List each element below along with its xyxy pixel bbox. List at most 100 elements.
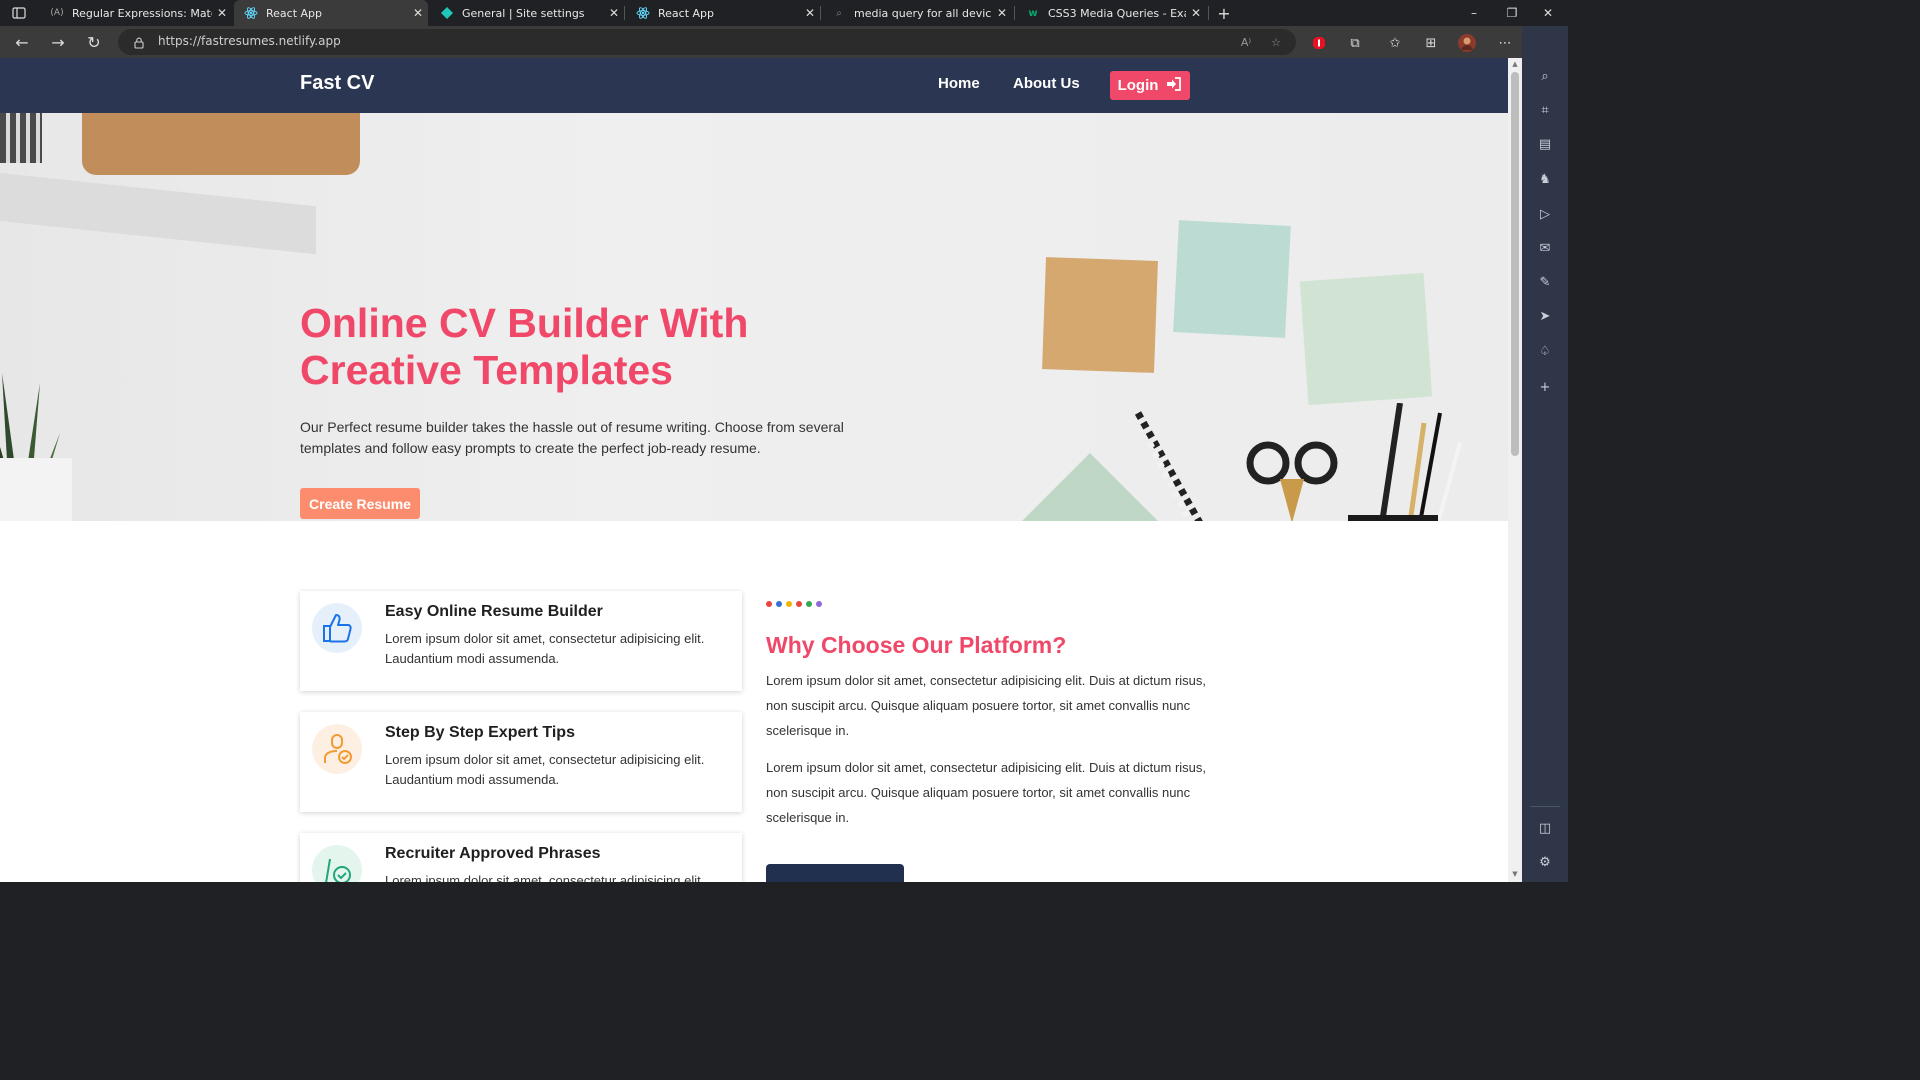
- browser-tab[interactable]: (A) Regular Expressions: Match Sing ✕: [40, 0, 232, 26]
- why-action-button[interactable]: [766, 864, 904, 882]
- toolbox-icon[interactable]: ▤: [1535, 134, 1555, 154]
- react-icon: [244, 6, 258, 20]
- hero-books-decoration: [0, 113, 42, 163]
- read-aloud-icon[interactable]: A⁾: [1238, 34, 1254, 50]
- sticky-note-blue: [1173, 220, 1291, 338]
- create-resume-button[interactable]: Create Resume: [300, 488, 420, 519]
- close-tab-icon[interactable]: ✕: [800, 6, 820, 20]
- color-dots-decoration: [766, 601, 822, 607]
- close-tab-icon[interactable]: ✕: [212, 6, 232, 20]
- page-scrollbar[interactable]: ▲ ▼: [1508, 58, 1522, 882]
- page-viewport: Fast CV Home About Us Login Online CV Bu…: [0, 58, 1508, 882]
- feature-title: Recruiter Approved Phrases: [385, 845, 601, 862]
- w3schools-icon: w: [1028, 7, 1038, 19]
- features-section: Easy Online Resume Builder Lorem ipsum d…: [0, 521, 1508, 882]
- play-icon[interactable]: ▷: [1535, 204, 1555, 224]
- color-dot: [796, 601, 802, 607]
- url-field[interactable]: https://fastresumes.netlify.app A⁾ ☆: [118, 29, 1296, 55]
- minimize-icon[interactable]: –: [1456, 0, 1492, 26]
- user-check-icon: [312, 724, 362, 774]
- scroll-down-icon[interactable]: ▼: [1511, 870, 1519, 878]
- color-dot: [786, 601, 792, 607]
- tab-divider: [1014, 6, 1015, 20]
- forward-icon[interactable]: →: [44, 30, 72, 54]
- tab-strip: (A) Regular Expressions: Match Sing ✕ Re…: [0, 0, 1568, 26]
- browser-tab[interactable]: React App ✕: [626, 0, 820, 26]
- browser-tab[interactable]: w CSS3 Media Queries - Examples ✕: [1016, 0, 1206, 26]
- netlify-icon: [440, 6, 454, 20]
- color-dot: [816, 601, 822, 607]
- scrollbar-thumb[interactable]: [1511, 72, 1519, 456]
- collections-icon[interactable]: ⊞: [1422, 34, 1440, 52]
- hero-description: Our Perfect resume builder takes the has…: [300, 419, 844, 456]
- extensions-icon[interactable]: ⧉: [1346, 34, 1364, 52]
- sign-in-icon: [1166, 76, 1182, 95]
- add-sidebar-icon[interactable]: +: [1535, 377, 1555, 397]
- login-label: Login: [1117, 77, 1159, 94]
- why-paragraph-1: Lorem ipsum dolor sit amet, consectetur …: [766, 673, 1207, 738]
- sticky-note-green: [1299, 272, 1433, 406]
- feature-text: Lorem ipsum dolor sit amet, consectetur …: [385, 752, 705, 787]
- tab-divider: [820, 6, 821, 20]
- search-icon: ⌕: [836, 7, 842, 19]
- feature-text: Lorem ipsum dolor sit amet, consectetur …: [385, 631, 705, 666]
- sidebar-divider: [1530, 806, 1560, 807]
- color-dot: [766, 601, 772, 607]
- hero-cork-decoration: [82, 113, 360, 175]
- edge-sidebar: ⌕ ⌗ ▤ ♞ ▷ ✉ ✎ ➤ ♤ + ◫ ⚙: [1522, 26, 1568, 882]
- tab-divider: [624, 6, 625, 20]
- browser-tab[interactable]: ⌕ media query for all devices - Sea ✕: [822, 0, 1012, 26]
- feature-card: Step By Step Expert Tips Lorem ipsum dol…: [300, 712, 742, 812]
- sticky-note-brown: [1042, 257, 1158, 373]
- back-icon[interactable]: ←: [8, 30, 36, 54]
- close-window-icon[interactable]: ✕: [1530, 0, 1566, 26]
- address-bar: ← → ↻ https://fastresumes.netlify.app A⁾…: [0, 26, 1568, 58]
- site-brand[interactable]: Fast CV: [300, 72, 374, 95]
- hero-title: Online CV Builder With Creative Template…: [300, 300, 749, 393]
- browser-tab[interactable]: General | Site settings ✕: [430, 0, 624, 26]
- thumbs-up-icon: [312, 603, 362, 653]
- drop-icon[interactable]: ✎: [1535, 272, 1555, 292]
- why-paragraph-2: Lorem ipsum dolor sit amet, consectetur …: [766, 760, 1207, 825]
- hero-pot-decoration: [0, 458, 72, 521]
- more-options-icon[interactable]: ⋯: [1496, 34, 1514, 52]
- site-navbar: Fast CV Home About Us Login: [0, 58, 1508, 113]
- close-tab-icon[interactable]: ✕: [992, 6, 1012, 20]
- color-dot: [776, 601, 782, 607]
- font-icon: (A): [50, 8, 64, 18]
- hero-shelf-decoration: [0, 173, 316, 255]
- hero-stationery-decoration: [1134, 403, 1462, 521]
- profile-avatar[interactable]: [1458, 34, 1476, 52]
- feature-card: Recruiter Approved Phrases Lorem ipsum d…: [300, 833, 742, 882]
- feature-card: Easy Online Resume Builder Lorem ipsum d…: [300, 591, 742, 691]
- games-icon[interactable]: ♞: [1535, 169, 1555, 189]
- hero-section: Online CV Builder With Creative Template…: [0, 113, 1508, 521]
- settings-gear-icon[interactable]: ⚙: [1535, 852, 1555, 872]
- nav-home-link[interactable]: Home: [938, 75, 980, 92]
- favorites-icon[interactable]: ✩: [1386, 34, 1404, 52]
- feature-title: Step By Step Expert Tips: [385, 724, 575, 741]
- bell-icon[interactable]: ♤: [1535, 341, 1555, 361]
- outlook-icon[interactable]: ✉: [1535, 238, 1555, 258]
- adblock-extension-icon[interactable]: [1310, 34, 1328, 52]
- new-tab-icon[interactable]: +: [1208, 0, 1240, 26]
- refresh-icon[interactable]: ↻: [80, 30, 108, 54]
- login-button[interactable]: Login: [1110, 71, 1190, 100]
- add-favorite-icon[interactable]: ☆: [1268, 34, 1284, 50]
- tag-icon[interactable]: ⌗: [1535, 100, 1555, 120]
- close-tab-icon[interactable]: ✕: [604, 6, 624, 20]
- browser-tab-active[interactable]: React App ✕: [234, 0, 428, 26]
- scroll-up-icon[interactable]: ▲: [1511, 60, 1519, 68]
- why-heading: Why Choose Our Platform?: [766, 632, 1067, 658]
- close-tab-icon[interactable]: ✕: [408, 6, 428, 20]
- zoom-search-icon[interactable]: ⌕: [1535, 66, 1555, 86]
- tab-actions-icon[interactable]: [0, 0, 38, 26]
- send-icon[interactable]: ➤: [1535, 306, 1555, 326]
- lock-icon: [132, 35, 146, 49]
- feature-title: Easy Online Resume Builder: [385, 603, 603, 620]
- close-tab-icon[interactable]: ✕: [1186, 6, 1206, 20]
- react-icon: [636, 6, 650, 20]
- sidebar-toggle-icon[interactable]: ◫: [1535, 818, 1555, 838]
- restore-icon[interactable]: ❐: [1494, 0, 1530, 26]
- nav-about-link[interactable]: About Us: [1013, 75, 1080, 92]
